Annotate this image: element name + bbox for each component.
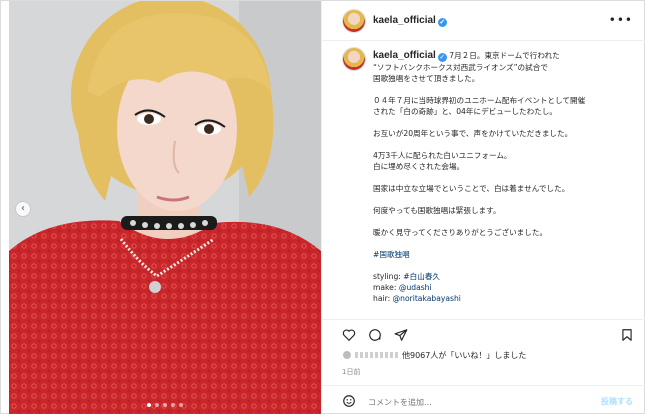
- portrait-image: [9, 1, 321, 414]
- caption: kaela_official ✓ 7月２日。東京ドームで行われた “ソフトバンクホ…: [342, 47, 638, 317]
- post-timestamp[interactable]: 1日前: [342, 367, 360, 377]
- post-details-panel: kaela_official ✓ ••• kaela_official ✓ 7月２日…: [321, 1, 645, 414]
- action-bar: [322, 319, 645, 349]
- credit-link[interactable]: @noritakabayashi: [393, 294, 461, 303]
- comment-icon[interactable]: [368, 328, 382, 342]
- post-photo[interactable]: ‹: [9, 1, 321, 414]
- bookmark-icon[interactable]: [620, 328, 634, 342]
- carousel-dot: [171, 403, 175, 407]
- likes-text: 他9067人が「いいね！」しました: [402, 351, 527, 360]
- caption-paragraph: 国家は中立な立場でということで、白は着ませんでした。: [373, 184, 570, 193]
- caption-paragraph: お互いが20周年という事で、声をかけていただきました。: [373, 129, 573, 138]
- carousel-dot: [147, 403, 151, 407]
- caption-text: kaela_official ✓ 7月２日。東京ドームで行われた “ソフトバンクホ…: [373, 50, 635, 304]
- carousel-dot: [179, 403, 183, 407]
- heart-icon[interactable]: [342, 328, 356, 342]
- more-icon[interactable]: •••: [609, 13, 633, 27]
- caption-username[interactable]: kaela_official: [373, 50, 436, 61]
- hashtag-link[interactable]: #国歌独唱: [373, 249, 635, 260]
- share-icon[interactable]: [394, 328, 408, 342]
- post-header: kaela_official ✓ •••: [322, 1, 645, 41]
- credit-link[interactable]: #白山春久: [403, 272, 440, 281]
- liker-names-redacted: [355, 352, 399, 358]
- credit-line: styling: #白山春久: [373, 272, 441, 281]
- carousel-prev-button[interactable]: ‹: [15, 201, 31, 217]
- credit-line: make: @udashi: [373, 283, 432, 292]
- caption-paragraph: 暖かく見守ってくださりありがとうございました。: [373, 228, 548, 237]
- carousel-dot: [163, 403, 167, 407]
- verified-badge-icon: ✓: [437, 53, 447, 62]
- verified-badge-icon: ✓: [437, 18, 447, 27]
- caption-paragraph: 4万3千人に配られた白いユニフォーム。 白に埋め尽くされた会場。: [373, 151, 512, 171]
- post-comment-button[interactable]: 投稿する: [601, 396, 633, 407]
- username-link[interactable]: kaela_official ✓: [373, 15, 447, 27]
- avatar[interactable]: [342, 9, 366, 33]
- caption-paragraph: ０４年７月に当時球界初のユニホーム配布イベントとして開催 された「白の奇跡」と、…: [373, 96, 586, 116]
- carousel-dots: [9, 403, 321, 407]
- caption-paragraph: kaela_official ✓ 7月２日。東京ドームで行われた “ソフトバンクホ…: [373, 50, 635, 84]
- likes-summary[interactable]: 他9067人が「いいね！」しました: [342, 350, 642, 364]
- instagram-post-window: ‹ kaela_official ✓ ••• kaela_official ✓ 7月…: [0, 0, 645, 414]
- avatar[interactable]: [342, 47, 366, 71]
- credits: styling: #白山春久 make: @udashi hair: @nori…: [373, 271, 635, 304]
- credit-line: hair: @noritakabayashi: [373, 294, 461, 303]
- emoji-icon[interactable]: [342, 394, 356, 408]
- carousel-dot: [155, 403, 159, 407]
- credit-link[interactable]: @udashi: [399, 283, 432, 292]
- comment-input[interactable]: [368, 395, 568, 409]
- caption-paragraph: 何度やっても国歌独唱は緊張します。: [373, 206, 501, 215]
- liker-avatar: [342, 350, 352, 360]
- comment-bar: 投稿する: [322, 385, 645, 414]
